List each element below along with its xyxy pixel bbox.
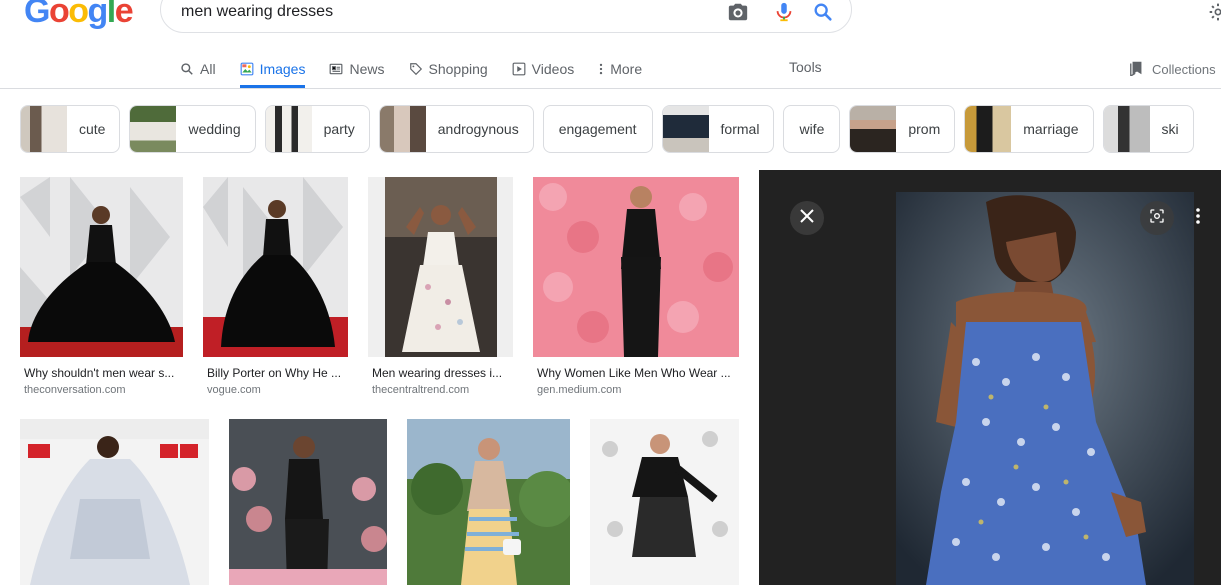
chip-engagement[interactable]: engagement: [542, 105, 653, 153]
chip-label: party: [323, 121, 355, 137]
tab-news[interactable]: News: [329, 50, 385, 88]
chip-thumbnail: [850, 106, 897, 152]
more-vert-icon: [598, 62, 604, 76]
chip-thumbnail: [379, 106, 426, 152]
preview-more-options-button[interactable]: [1183, 201, 1213, 235]
tab-more[interactable]: More: [598, 50, 642, 88]
logo-letter: G: [24, 0, 50, 30]
search-tabs: All Images News Shopping Videos More: [180, 50, 666, 88]
chip-label: prom: [908, 121, 941, 137]
logo-letter: g: [87, 0, 109, 30]
chip-label: androgynous: [437, 121, 519, 137]
result-source: gen.medium.com: [537, 384, 622, 396]
collections-link[interactable]: Collections: [1130, 60, 1216, 79]
result-thumbnail[interactable]: [407, 419, 570, 585]
chip-ski[interactable]: ski: [1102, 105, 1194, 153]
logo-letter: e: [114, 0, 134, 30]
result-thumbnail[interactable]: [203, 177, 348, 357]
image-result[interactable]: Men wearing dresses i... thecentraltrend…: [368, 177, 513, 397]
chip-label: cute: [79, 121, 106, 137]
chip-prom[interactable]: prom: [849, 105, 956, 153]
chip-thumbnail: [21, 106, 67, 152]
chip-cute[interactable]: cute: [20, 105, 121, 153]
chip-label: wife: [799, 121, 825, 137]
result-thumbnail[interactable]: [20, 419, 209, 585]
result-source: theconversation.com: [24, 384, 126, 396]
preview-image[interactable]: [896, 192, 1194, 585]
camera-icon[interactable]: [727, 1, 749, 23]
header-divider: [0, 88, 1221, 89]
tab-label: Shopping: [428, 61, 488, 77]
tag-icon: [409, 62, 423, 76]
result-source: vogue.com: [207, 384, 261, 396]
result-thumbnail[interactable]: [590, 419, 739, 585]
chip-wife[interactable]: wife: [783, 105, 841, 153]
chip-label: formal: [720, 121, 760, 137]
tab-label: Videos: [531, 61, 575, 77]
tab-videos[interactable]: Videos: [512, 50, 575, 88]
chip-label: marriage: [1023, 121, 1079, 137]
google-images-page: Google men wearing dresses All Images Ne…: [0, 0, 1221, 585]
logo-letter: o: [48, 0, 70, 30]
result-thumbnail[interactable]: [533, 177, 739, 357]
tab-all[interactable]: All: [180, 50, 216, 88]
close-icon: [800, 208, 814, 228]
lens-icon: [1149, 208, 1165, 229]
result-title: Why shouldn't men wear s...: [24, 366, 175, 380]
result-thumbnail[interactable]: [20, 177, 183, 357]
tab-images[interactable]: Images: [239, 50, 306, 88]
google-lens-button[interactable]: [1140, 201, 1174, 235]
collections-label: Collections: [1152, 62, 1216, 77]
image-preview-panel: [759, 170, 1221, 585]
settings-gear-icon[interactable]: [1208, 2, 1221, 22]
result-source: thecentraltrend.com: [372, 384, 470, 396]
play-icon: [512, 62, 526, 76]
google-logo[interactable]: Google: [24, 0, 134, 31]
chip-formal[interactable]: formal: [661, 105, 775, 153]
chip-wedding[interactable]: wedding: [129, 105, 256, 153]
microphone-icon[interactable]: [773, 1, 795, 23]
image-result[interactable]: [20, 419, 209, 585]
logo-letter: l: [106, 0, 116, 30]
logo-letter: o: [68, 0, 89, 30]
search-box[interactable]: men wearing dresses: [160, 0, 852, 33]
chip-thumbnail: [1103, 106, 1150, 152]
result-title: Why Women Like Men Who Wear ...: [537, 366, 731, 380]
chip-thumbnail: [265, 106, 312, 152]
image-icon: [240, 62, 254, 76]
result-thumbnail[interactable]: [229, 419, 387, 585]
bookmark-icon: [1130, 60, 1144, 79]
tab-label: News: [349, 61, 385, 77]
more-vert-icon: [1195, 207, 1201, 230]
image-result[interactable]: [590, 419, 739, 585]
result-title: Billy Porter on Why He ...: [207, 366, 342, 380]
search-input[interactable]: men wearing dresses: [181, 3, 333, 21]
chip-thumbnail: [130, 106, 177, 152]
chip-label: engagement: [558, 121, 637, 137]
tab-label: All: [200, 61, 216, 77]
tab-label: Images: [259, 61, 306, 77]
result-title: Men wearing dresses i...: [372, 366, 503, 380]
chip-thumbnail: [965, 106, 1012, 152]
chip-label: wedding: [188, 121, 241, 137]
image-result[interactable]: [229, 419, 387, 585]
chip-party[interactable]: party: [264, 105, 370, 153]
tab-shopping[interactable]: Shopping: [409, 50, 488, 88]
search-icon[interactable]: [812, 1, 834, 23]
image-result[interactable]: Why shouldn't men wear s... theconversat…: [20, 177, 183, 397]
news-icon: [329, 62, 343, 76]
related-search-chips: cute wedding party androgynous engagemen…: [20, 105, 1194, 153]
chip-label: ski: [1161, 121, 1179, 137]
image-result[interactable]: Billy Porter on Why He ... vogue.com: [203, 177, 348, 397]
close-preview-button[interactable]: [790, 201, 824, 235]
tools-button[interactable]: Tools: [789, 59, 822, 75]
tab-label: More: [610, 61, 643, 77]
result-thumbnail[interactable]: [368, 177, 513, 357]
chip-androgynous[interactable]: androgynous: [378, 105, 534, 153]
chip-thumbnail: [662, 106, 709, 152]
image-result[interactable]: Why Women Like Men Who Wear ... gen.medi…: [533, 177, 739, 397]
image-result[interactable]: [407, 419, 570, 585]
search-icon: [180, 62, 194, 76]
chip-marriage[interactable]: marriage: [964, 105, 1094, 153]
